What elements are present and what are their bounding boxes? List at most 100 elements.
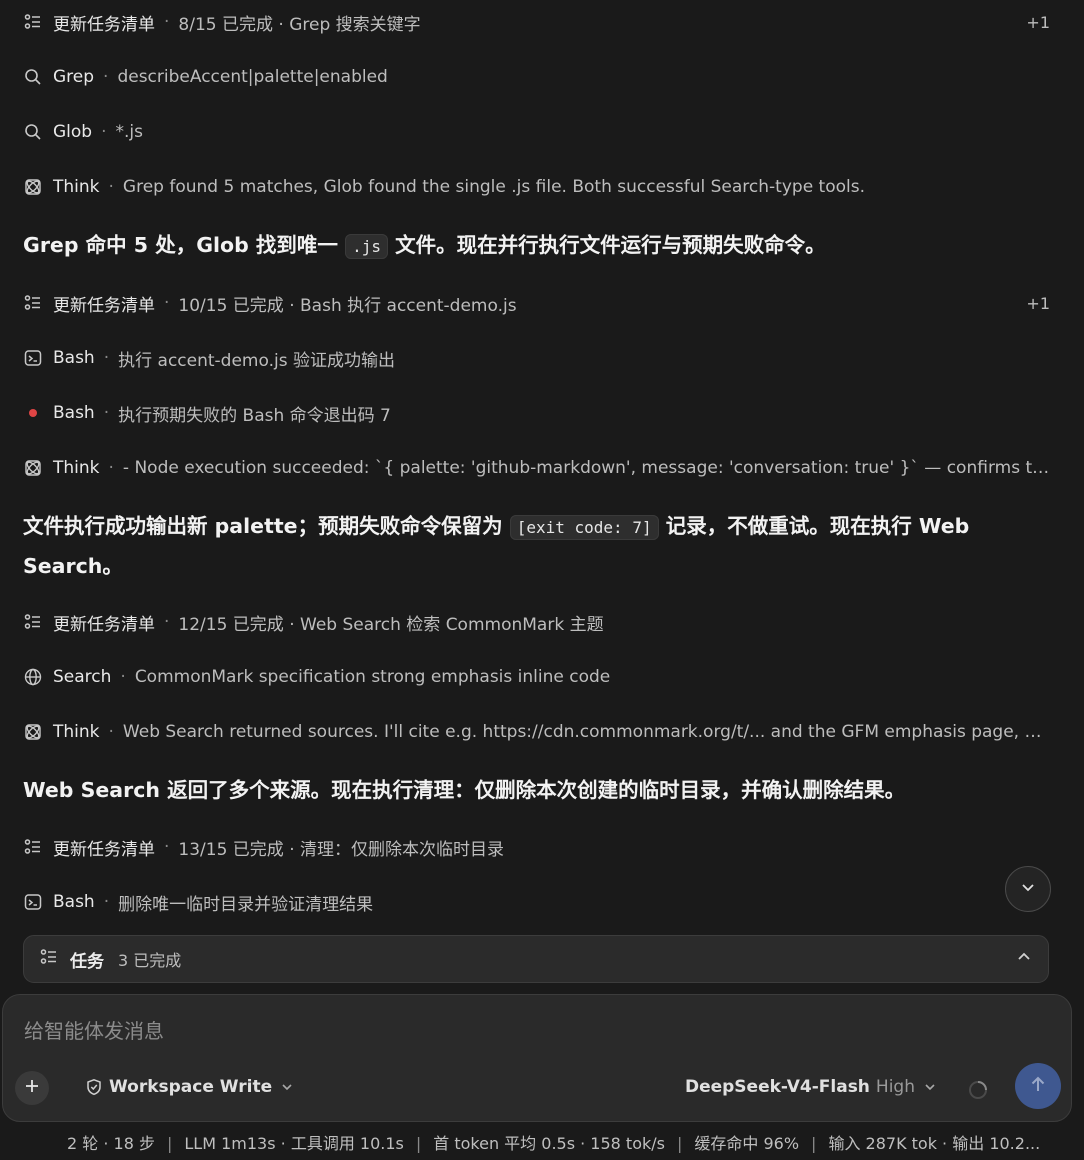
message-input[interactable]: 给智能体发消息 bbox=[24, 1015, 164, 1044]
message-text: 文件执行成功输出新 palette；预期失败命令保留为 bbox=[23, 514, 510, 538]
tool-description: 10/15 已完成 · Bash 执行 accent-demo.js bbox=[178, 295, 517, 316]
tool-row-think[interactable]: Think · Web Search returned sources. I'l… bbox=[23, 717, 1050, 747]
tool-name: Think bbox=[53, 722, 100, 742]
assistant-message: 文件执行成功输出新 palette；预期失败命令保留为 [exit code: … bbox=[23, 507, 1024, 585]
terminal-icon bbox=[23, 348, 43, 368]
chevron-up-icon[interactable] bbox=[1016, 949, 1032, 969]
tool-description: 删除唯一临时目录并验证清理结果 bbox=[118, 894, 374, 915]
task-list-icon bbox=[23, 612, 43, 632]
tool-description: 8/15 已完成 · Grep 搜索关键字 bbox=[178, 14, 421, 35]
assistant-message: Grep 命中 5 处，Glob 找到唯一 .js 文件。现在并行执行文件运行与… bbox=[23, 226, 1024, 266]
task-list-icon bbox=[23, 293, 43, 313]
tool-row-task-update[interactable]: 更新任务清单 · 13/15 已完成 · 清理：仅删除本次临时目录 bbox=[23, 832, 1050, 862]
tool-row-bash[interactable]: Bash · 执行 accent-demo.js 验证成功输出 bbox=[23, 343, 1050, 373]
think-icon bbox=[23, 458, 43, 478]
tool-row-grep[interactable]: Grep · describeAccent|palette|enabled bbox=[23, 62, 1050, 92]
status-rounds: 2 轮 · 18 步 bbox=[67, 1134, 155, 1153]
separator-dot: · bbox=[103, 348, 110, 368]
tool-row-task-update[interactable]: 更新任务清单 · 12/15 已完成 · Web Search 检索 Commo… bbox=[23, 607, 1050, 637]
task-list-icon bbox=[23, 837, 43, 857]
permission-selector[interactable]: Workspace Write bbox=[85, 1077, 294, 1097]
status-timing: LLM 1m13s · 工具调用 10.1s bbox=[184, 1134, 404, 1153]
separator-dot: · bbox=[164, 12, 170, 32]
tool-name: 更新任务清单 bbox=[53, 295, 155, 316]
tool-description: Web Search returned sources. I'll cite e… bbox=[122, 722, 1050, 742]
think-icon bbox=[23, 722, 43, 742]
task-list-icon bbox=[40, 948, 58, 970]
tool-row-bash[interactable]: Bash · 删除唯一临时目录并验证清理结果 bbox=[23, 887, 1050, 917]
tool-row-bash-failed[interactable]: Bash · 执行预期失败的 Bash 命令退出码 7 bbox=[23, 398, 1050, 428]
tool-name: Search bbox=[53, 667, 112, 687]
extra-count-badge[interactable]: +1 bbox=[1026, 13, 1050, 32]
assistant-message: Web Search 返回了多个来源。现在执行清理：仅删除本次创建的临时目录，并… bbox=[23, 771, 1024, 809]
tool-name: 更新任务清单 bbox=[53, 839, 155, 860]
separator-dot: · bbox=[103, 403, 110, 423]
tool-description: *.js bbox=[115, 122, 143, 142]
reasoning-level: High bbox=[875, 1077, 915, 1097]
search-icon bbox=[23, 122, 43, 142]
tool-description: 执行预期失败的 Bash 命令退出码 7 bbox=[118, 405, 391, 426]
tool-name: 更新任务清单 bbox=[53, 14, 155, 35]
tool-name: Glob bbox=[53, 122, 93, 142]
error-dot-icon bbox=[23, 403, 43, 423]
message-composer[interactable]: 给智能体发消息 Workspace Write DeepSeek-V4-Flas… bbox=[2, 994, 1072, 1122]
extra-count-badge[interactable]: +1 bbox=[1026, 294, 1050, 313]
separator-dot: · bbox=[164, 293, 170, 313]
tool-row-search[interactable]: Search · CommonMark specification strong… bbox=[23, 662, 1050, 692]
separator-dot: · bbox=[164, 837, 170, 857]
chevron-down-icon bbox=[1020, 879, 1036, 899]
task-list-icon bbox=[23, 12, 43, 32]
separator-dot: · bbox=[103, 892, 110, 912]
task-panel[interactable]: 任务 3 已完成 bbox=[23, 935, 1049, 983]
message-text: 文件。现在并行执行文件运行与预期失败命令。 bbox=[387, 233, 826, 257]
separator-dot: · bbox=[108, 458, 114, 478]
inline-code: .js bbox=[345, 234, 388, 259]
tool-description: 13/15 已完成 · 清理：仅删除本次临时目录 bbox=[178, 839, 505, 860]
separator-dot: · bbox=[101, 122, 107, 142]
status-separator: | bbox=[811, 1134, 817, 1153]
tool-row-glob[interactable]: Glob · *.js bbox=[23, 117, 1050, 147]
add-attachment-button[interactable] bbox=[15, 1071, 49, 1105]
globe-icon bbox=[23, 667, 43, 687]
message-text: Grep 命中 5 处，Glob 找到唯一 bbox=[23, 233, 346, 257]
tool-row-task-update[interactable]: 更新任务清单 · 8/15 已完成 · Grep 搜索关键字 +1 bbox=[23, 7, 1050, 37]
tool-name: Think bbox=[53, 177, 100, 197]
status-cache-hit: 缓存命中 96% bbox=[694, 1134, 800, 1153]
tool-row-think[interactable]: Think · - Node execution succeeded: `{ p… bbox=[23, 453, 1050, 483]
separator-dot: · bbox=[108, 177, 114, 197]
tool-description: CommonMark specification strong emphasis… bbox=[134, 667, 611, 687]
tool-name: Bash bbox=[53, 403, 95, 423]
tool-row-task-update[interactable]: 更新任务清单 · 10/15 已完成 · Bash 执行 accent-demo… bbox=[23, 288, 1050, 318]
status-separator: | bbox=[166, 1134, 173, 1153]
model-selector[interactable]: DeepSeek-V4-Flash High bbox=[685, 1077, 937, 1097]
chevron-down-icon bbox=[280, 1080, 294, 1094]
tool-name: Think bbox=[53, 458, 100, 478]
separator-dot: · bbox=[108, 722, 114, 742]
chevron-down-icon bbox=[923, 1080, 937, 1094]
tool-row-think[interactable]: Think · Grep found 5 matches, Glob found… bbox=[23, 172, 1050, 202]
tool-description: Grep found 5 matches, Glob found the sin… bbox=[122, 177, 866, 197]
permission-label: Workspace Write bbox=[109, 1077, 273, 1097]
task-panel-title: 任务 bbox=[70, 951, 104, 972]
tool-name: 更新任务清单 bbox=[53, 614, 155, 635]
inline-code: [exit code: 7] bbox=[509, 515, 659, 540]
status-bar: 2 轮 · 18 步 | LLM 1m13s · 工具调用 10.1s | 首 toke… bbox=[67, 1130, 1040, 1154]
think-icon bbox=[23, 177, 43, 197]
tool-name: Bash bbox=[53, 348, 95, 368]
tool-name: Grep bbox=[53, 67, 95, 87]
send-button[interactable] bbox=[1015, 1063, 1061, 1109]
separator-dot: · bbox=[120, 667, 126, 687]
arrow-up-icon bbox=[1028, 1074, 1048, 1098]
model-name: DeepSeek-V4-Flash bbox=[684, 1077, 870, 1097]
scroll-to-bottom-button[interactable] bbox=[1005, 866, 1051, 912]
message-text: Web Search 返回了多个来源。现在执行清理：仅删除本次创建的临时目录，并… bbox=[23, 778, 906, 802]
status-tokens: 输入 287K tok · 输出 10.2... bbox=[828, 1134, 1041, 1153]
tool-description: describeAccent|palette|enabled bbox=[117, 67, 388, 87]
tool-description: 12/15 已完成 · Web Search 检索 CommonMark 主题 bbox=[178, 614, 604, 635]
shield-icon bbox=[85, 1078, 103, 1096]
plus-icon bbox=[24, 1078, 40, 1098]
loading-spinner-icon bbox=[967, 1079, 989, 1101]
tool-description: - Node execution succeeded: `{ palette: … bbox=[122, 458, 1050, 478]
search-icon bbox=[23, 67, 43, 87]
task-panel-count: 3 已完成 bbox=[118, 951, 182, 970]
